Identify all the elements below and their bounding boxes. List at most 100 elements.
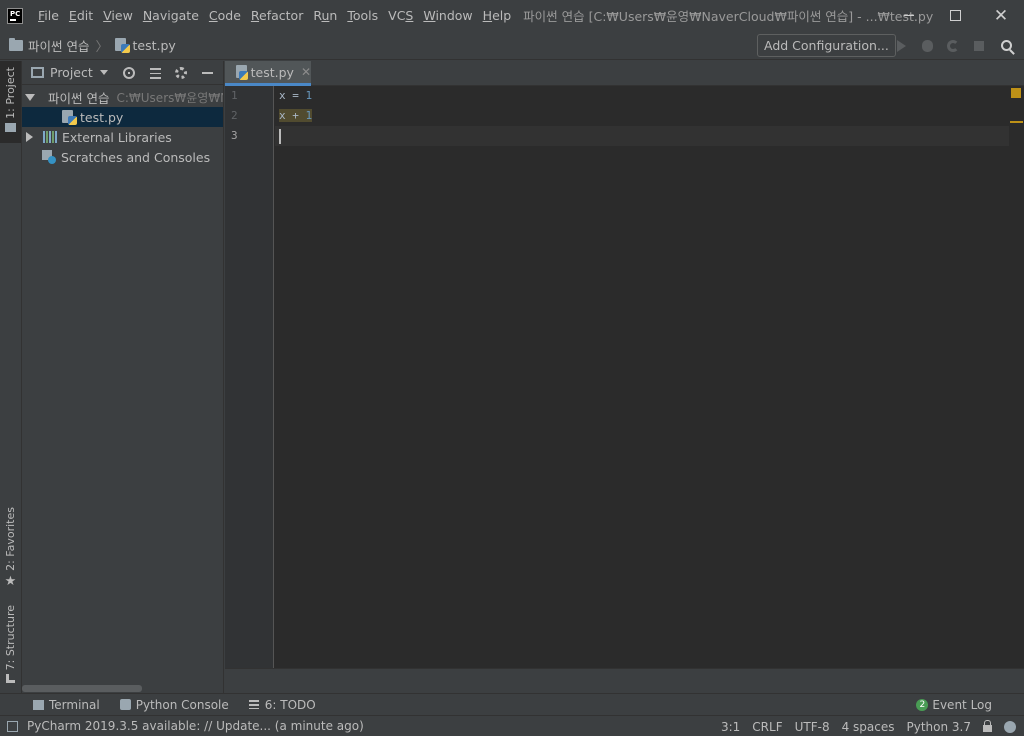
editor-tab-bar: test.py ✕ [225,61,1024,86]
tree-item-label: External Libraries [62,129,172,145]
code-line-current[interactable] [275,126,1009,146]
expand-arrow-icon[interactable] [25,93,35,101]
lock-icon[interactable] [983,720,992,732]
folder-icon [5,122,16,132]
main-menu: File Edit View Navigate Code Refactor Ru… [33,0,516,31]
python-interpreter[interactable]: Python 3.7 [907,720,972,734]
indent-setting[interactable]: 4 spaces [842,720,895,734]
status-widgets: 3:1 CRLF UTF-8 4 spaces Python 3.7 [721,716,1024,736]
menu-refactor[interactable]: Refactor [246,0,308,31]
menu-file[interactable]: File [33,0,64,31]
horizontal-scrollbar[interactable] [22,685,142,692]
tool-windows-toggle-icon[interactable] [7,720,18,732]
run-button[interactable] [888,35,914,56]
event-log-tool-button[interactable]: 2 Event Log [916,698,992,712]
tree-item-project-root[interactable]: 파이썬 연습 C:₩Users₩윤영₩N [22,87,223,107]
stop-button[interactable] [966,35,992,56]
close-window-button[interactable]: ✕ [978,0,1024,31]
structure-icon [6,674,15,684]
tree-item-external-libraries[interactable]: External Libraries [22,127,223,147]
menu-code[interactable]: Code [204,0,246,31]
run-toolbar [888,35,1018,56]
panel-settings-button[interactable] [168,61,194,85]
locate-file-button[interactable] [116,61,142,85]
minimize-icon [201,72,213,74]
todo-tool-button[interactable]: 6: TODO [248,698,316,712]
pycharm-logo-icon: PC [7,7,23,24]
left-tool-strip: 1: Project 2: Favorites ★ 7: Structure [0,61,22,693]
file-encoding[interactable]: UTF-8 [795,720,830,734]
tree-item-label: test.py [80,109,124,125]
status-message[interactable]: PyCharm 2019.3.5 available: // Update...… [27,719,364,733]
terminal-label: Terminal [49,697,100,712]
search-icon [1001,40,1012,51]
menu-view[interactable]: View [98,0,138,31]
tree-item-label: Scratches and Consoles [61,149,211,165]
add-configuration-button[interactable]: Add Configuration... [757,34,896,57]
debug-icon [921,39,933,52]
project-tree: 파이썬 연습 C:₩Users₩윤영₩N test.py External Li… [22,85,223,167]
debug-button[interactable] [914,35,940,56]
project-tool-button[interactable]: 1: Project [0,61,21,143]
code-editor[interactable]: x = 1 x + 1 [275,86,1024,668]
menu-tools[interactable]: Tools [342,0,383,31]
tree-item-label: 파이썬 연습 [48,90,110,106]
terminal-tool-button[interactable]: Terminal [33,698,100,712]
warning-highlight: x + 1 [279,109,313,122]
project-panel-tools [116,61,220,85]
menu-vcs[interactable]: VCS [383,0,418,31]
caret-position[interactable]: 3:1 [721,720,740,734]
todo-icon [248,700,259,709]
event-count-badge: 2 [916,698,929,711]
breadcrumb-project[interactable]: 파이썬 연습 [28,36,89,55]
stop-icon [974,40,984,51]
search-everywhere-button[interactable] [992,35,1018,56]
warning-indicator-icon[interactable] [1011,88,1021,98]
menu-help[interactable]: Help [478,0,517,31]
python-console-tool-button[interactable]: Python Console [119,698,229,712]
menu-edit[interactable]: Edit [64,0,98,31]
gear-icon [175,67,187,79]
maximize-button[interactable] [932,0,978,31]
close-icon[interactable]: ✕ [301,65,311,79]
number-literal: 1 [305,109,313,122]
menu-window[interactable]: Window [418,0,477,31]
hide-panel-button[interactable] [194,61,220,85]
code-text: x = [279,89,306,102]
chevron-down-icon[interactable] [99,70,108,75]
code-line[interactable]: x = 1 [275,86,1009,106]
menu-navigate[interactable]: Navigate [138,0,204,31]
warning-marker[interactable] [1010,121,1023,123]
favorites-tool-button[interactable]: 2: Favorites ★ [0,507,21,589]
project-view-selector[interactable]: Project [50,65,93,80]
menu-run[interactable]: Run [308,0,342,31]
minimize-button[interactable] [886,0,932,31]
window-title: 파이썬 연습 [C:₩Users₩윤영₩NaverCloud₩파이썬 연습] -… [523,9,934,24]
editor-bottom-strip [225,668,1024,693]
code-text: x + [279,109,306,122]
coverage-icon [947,39,959,52]
tree-item-scratches[interactable]: Scratches and Consoles [22,147,223,167]
folder-icon [9,37,23,51]
library-icon [43,131,57,143]
run-icon [896,39,906,52]
line-separator[interactable]: CRLF [752,720,782,734]
inspector-icon[interactable] [1004,720,1016,733]
scratches-icon [42,150,56,164]
target-icon [123,67,135,79]
collapse-arrow-icon[interactable] [26,132,33,142]
line-number: 2 [231,109,238,122]
tree-item-test-py[interactable]: test.py [22,107,223,127]
breadcrumb-file[interactable]: test.py [133,38,176,53]
line-number: 1 [231,89,238,102]
breadcrumb: 파이썬 연습 〉 test.py [9,36,176,55]
tab-test-py[interactable]: test.py ✕ [225,61,311,86]
line-number: 3 [231,129,238,142]
coverage-button[interactable] [940,35,966,56]
title-bar: PC File Edit View Navigate Code Refactor… [0,0,1024,31]
terminal-icon [33,699,44,710]
structure-tool-button[interactable]: 7: Structure [0,605,21,684]
code-line[interactable]: x + 1 [275,106,1009,126]
breadcrumb-separator: 〉 [95,39,109,55]
collapse-all-button[interactable] [142,61,168,85]
